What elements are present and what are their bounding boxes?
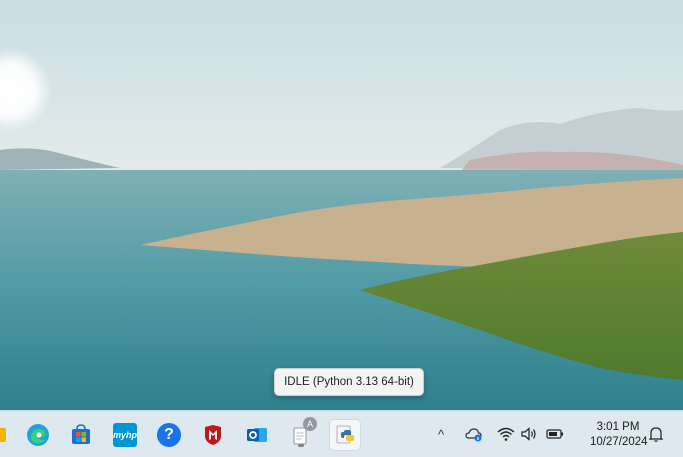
python-icon xyxy=(336,425,354,444)
wifi-icon xyxy=(497,427,515,441)
cloud-icon xyxy=(465,428,482,442)
tooltip-text: IDLE (Python 3.13 64-bit) xyxy=(284,376,414,388)
folder-icon[interactable] xyxy=(0,428,6,442)
show-hidden-icons-button[interactable]: ^ xyxy=(431,424,451,444)
desktop-wallpaper xyxy=(0,0,683,410)
myhp-icon: myhp xyxy=(113,423,137,447)
taskbar-app-mcafee[interactable] xyxy=(198,420,228,450)
help-label: ? xyxy=(164,426,174,443)
myhp-label: myhp xyxy=(113,430,138,440)
taskbar: myhp ? A ^ 3:01 PM 10/27/2024 xyxy=(0,410,683,457)
battery-tray-button[interactable] xyxy=(545,424,565,444)
volume-icon xyxy=(521,427,536,441)
bell-icon xyxy=(649,427,663,442)
notepad-badge: A xyxy=(303,417,317,431)
taskbar-app-notepad[interactable]: A xyxy=(286,417,317,450)
help-icon: ? xyxy=(157,423,181,447)
mcafee-icon xyxy=(205,425,221,445)
clock-date: 10/27/2024 xyxy=(590,436,648,448)
notifications-button[interactable] xyxy=(646,424,666,444)
taskbar-app-idle[interactable] xyxy=(330,420,360,450)
taskbar-app-store[interactable] xyxy=(66,420,96,450)
taskbar-tooltip: IDLE (Python 3.13 64-bit) xyxy=(274,368,424,396)
taskbar-app-edge[interactable] xyxy=(23,420,53,450)
clock-time: 3:01 PM xyxy=(596,421,640,433)
running-indicator xyxy=(298,444,304,447)
edge-icon xyxy=(27,424,49,446)
clock[interactable]: 3:01 PM 10/27/2024 xyxy=(590,420,648,450)
volume-tray-button[interactable] xyxy=(519,424,539,444)
onedrive-tray-button[interactable] xyxy=(464,424,484,444)
store-icon xyxy=(72,424,90,444)
taskbar-app-outlook[interactable] xyxy=(242,420,272,450)
battery-icon xyxy=(546,429,563,439)
badge-label: A xyxy=(306,419,313,429)
outlook-icon xyxy=(247,428,267,442)
taskbar-app-myhp[interactable]: myhp xyxy=(110,420,140,450)
chevron-up-icon: ^ xyxy=(437,426,445,442)
taskbar-app-get-help[interactable]: ? xyxy=(154,420,184,450)
wifi-tray-button[interactable] xyxy=(496,424,516,444)
